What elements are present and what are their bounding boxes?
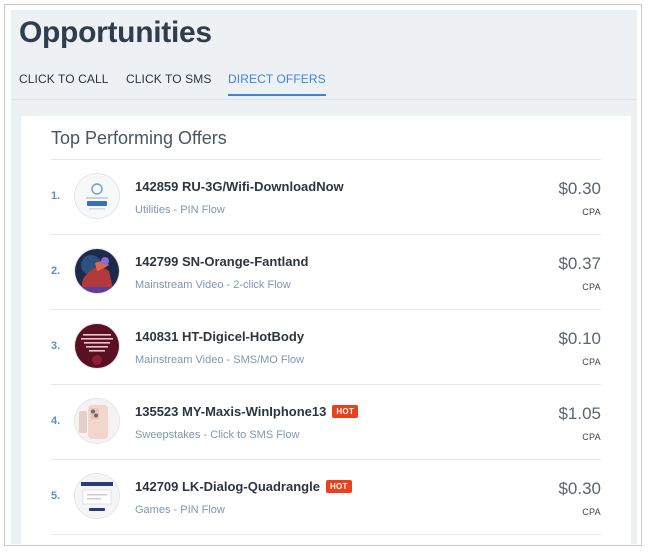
offer-name: 142799 SN-Orange-Fantland	[135, 254, 308, 269]
opportunities-panel: Opportunities CLICK TO CALL CLICK TO SMS…	[11, 10, 637, 544]
offer-category: Mainstream Video - SMS/MO Flow	[135, 354, 305, 366]
price-unit: CPA	[582, 507, 601, 517]
offer-name-text: 142799 SN-Orange-Fantland	[135, 254, 309, 269]
fitness-video-thumbnail-icon	[74, 323, 120, 369]
offer-row[interactable]: 2. 142799 SN-Orange-Fantland Mainstream …	[51, 235, 601, 310]
offer-rank: 1.	[51, 190, 61, 202]
offer-price: $0.10	[558, 329, 601, 348]
hot-badge: HOT	[325, 480, 352, 493]
offer-name: 140831 HT-Digicel-HotBody	[135, 329, 304, 344]
offer-category: Utilities - PIN Flow	[135, 204, 225, 216]
window-frame: Opportunities CLICK TO CALL CLICK TO SMS…	[4, 4, 642, 546]
tab-direct-offers[interactable]: DIRECT OFFERS	[228, 72, 326, 96]
offer-name: 142859 RU-3G/Wifi-DownloadNow	[135, 179, 344, 194]
offer-category: Mainstream Video - 2-click Flow	[135, 279, 291, 291]
offer-row[interactable]: 3. 140831 HT-Digicel-HotBody Mainstream …	[51, 310, 601, 385]
iphone-thumbnail-icon	[74, 398, 120, 444]
tabs-divider	[11, 99, 637, 100]
offer-rank: 2.	[51, 265, 61, 277]
game-page-thumbnail-icon	[74, 473, 120, 519]
offer-name-text: 142709 LK-Dialog-Quadrangle	[135, 479, 320, 494]
price-unit: CPA	[582, 207, 601, 217]
top-offers-card: Top Performing Offers 1. 142859 RU-3G/Wi…	[21, 116, 631, 544]
tab-click-to-sms[interactable]: CLICK TO SMS	[126, 72, 211, 94]
tab-bar: CLICK TO CALL CLICK TO SMS DIRECT OFFERS	[19, 68, 637, 100]
offer-row[interactable]: 4. 135523 MY-Maxis-WinIphone13 HOT Sweeps…	[51, 385, 601, 460]
page-title: Opportunities	[19, 16, 212, 49]
offer-category: Games - PIN Flow	[135, 504, 225, 516]
offer-price: $0.30	[558, 479, 601, 498]
offer-rank: 4.	[51, 415, 61, 427]
offer-name-text: 135523 MY-Maxis-WinIphone13	[135, 404, 327, 419]
offer-row[interactable]: 1. 142859 RU-3G/Wifi-DownloadNow Utiliti…	[51, 160, 601, 235]
offer-category: Sweepstakes - Click to SMS Flow	[135, 429, 300, 441]
offer-rank: 5.	[51, 490, 61, 502]
hot-badge: HOT	[332, 405, 359, 418]
offer-rank: 3.	[51, 340, 61, 352]
price-unit: CPA	[582, 357, 601, 367]
tab-click-to-call[interactable]: CLICK TO CALL	[19, 72, 109, 94]
offer-price: $0.37	[558, 254, 601, 273]
download-app-thumbnail-icon	[74, 173, 120, 219]
offer-name: 135523 MY-Maxis-WinIphone13 HOT	[135, 404, 359, 419]
price-unit: CPA	[582, 282, 601, 292]
offer-name-text: 142859 RU-3G/Wifi-DownloadNow	[135, 179, 344, 194]
offer-price: $0.30	[558, 179, 601, 198]
offer-row[interactable]: 5. 142709 LK-Dialog-Quadrangle HOT Games …	[51, 460, 601, 535]
offer-list: 1. 142859 RU-3G/Wifi-DownloadNow Utiliti…	[51, 160, 601, 535]
price-unit: CPA	[582, 432, 601, 442]
fantasy-video-thumbnail-icon	[74, 248, 120, 294]
offer-name: 142709 LK-Dialog-Quadrangle HOT	[135, 479, 352, 494]
offer-price: $1.05	[558, 404, 601, 423]
offer-name-text: 140831 HT-Digicel-HotBody	[135, 329, 305, 344]
card-title: Top Performing Offers	[51, 128, 227, 148]
